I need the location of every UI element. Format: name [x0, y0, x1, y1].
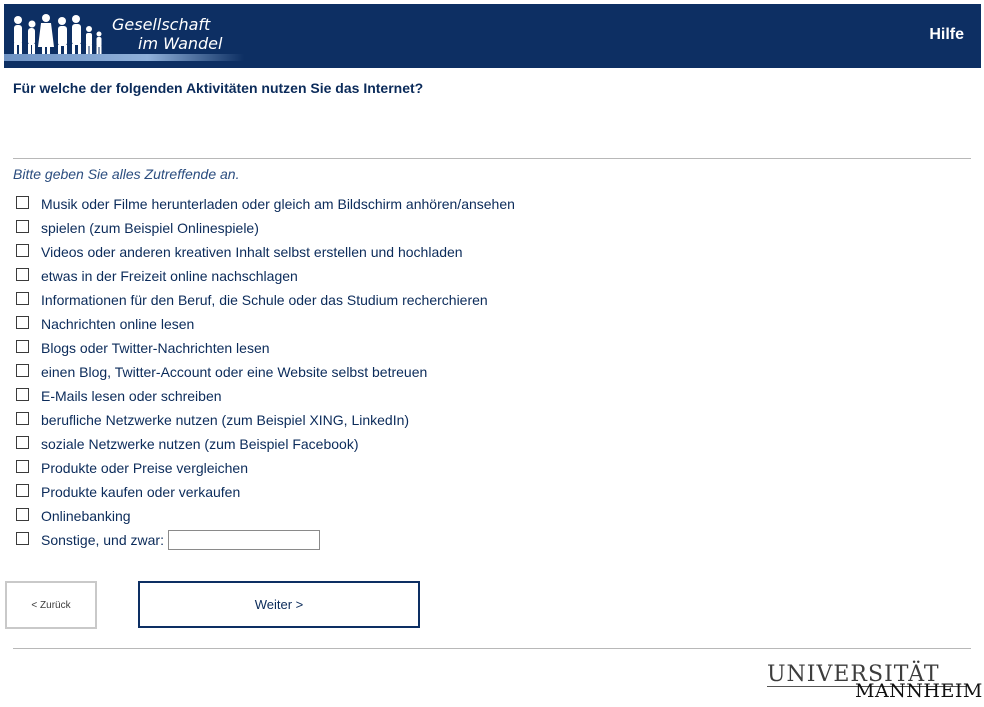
checkbox[interactable]: [16, 340, 29, 353]
option-label: Videos oder anderen kreativen Inhalt sel…: [41, 244, 463, 260]
option-label: einen Blog, Twitter-Account oder eine We…: [41, 364, 428, 380]
checkbox[interactable]: [16, 508, 29, 521]
checkbox[interactable]: [16, 436, 29, 449]
question-divider: [13, 158, 971, 159]
option-label: E-Mails lesen oder schreiben: [41, 388, 222, 404]
option-item[interactable]: Produkte oder Preise vergleichen: [16, 456, 515, 480]
option-label: spielen (zum Beispiel Onlinespiele): [41, 220, 259, 236]
option-item[interactable]: E-Mails lesen oder schreiben: [16, 384, 515, 408]
university-logo-bottom: MANNHEIM: [855, 680, 983, 702]
next-button[interactable]: Weiter >: [138, 581, 420, 628]
option-item[interactable]: Musik oder Filme herunterladen oder glei…: [16, 192, 515, 216]
option-item[interactable]: Nachrichten online lesen: [16, 312, 515, 336]
option-label: Blogs oder Twitter-Nachrichten lesen: [41, 340, 270, 356]
option-item[interactable]: spielen (zum Beispiel Onlinespiele): [16, 216, 515, 240]
other-option-label: Sonstige, und zwar:: [41, 532, 164, 548]
option-label: etwas in der Freizeit online nachschlage…: [41, 268, 298, 284]
footer-divider: [13, 648, 971, 649]
checkbox[interactable]: [16, 220, 29, 233]
option-item[interactable]: Videos oder anderen kreativen Inhalt sel…: [16, 240, 515, 264]
help-link[interactable]: Hilfe: [929, 26, 964, 44]
checkbox[interactable]: [16, 532, 29, 545]
logo-line-2: im Wandel: [138, 34, 223, 53]
university-logo: UNIVERSITÄT MANNHEIM: [767, 662, 982, 702]
checkbox[interactable]: [16, 196, 29, 209]
checkbox[interactable]: [16, 460, 29, 473]
option-item[interactable]: einen Blog, Twitter-Account oder eine We…: [16, 360, 515, 384]
back-button[interactable]: < Zurück: [5, 581, 97, 629]
logo-band: [4, 54, 244, 61]
option-label: Nachrichten online lesen: [41, 316, 195, 332]
checkbox[interactable]: [16, 268, 29, 281]
option-item[interactable]: berufliche Netzwerke nutzen (zum Beispie…: [16, 408, 515, 432]
checkbox[interactable]: [16, 388, 29, 401]
option-label: Produkte oder Preise vergleichen: [41, 460, 249, 476]
checkbox[interactable]: [16, 292, 29, 305]
checkbox[interactable]: [16, 244, 29, 257]
option-item[interactable]: Onlinebanking: [16, 504, 515, 528]
question-instruction: Bitte geben Sie alles Zutreffende an.: [13, 166, 240, 182]
option-label: soziale Netzwerke nutzen (zum Beispiel F…: [41, 436, 359, 452]
option-label: Onlinebanking: [41, 508, 131, 524]
checkbox[interactable]: [16, 316, 29, 329]
logo-line-1: Gesellschaft: [112, 15, 211, 34]
checkbox[interactable]: [16, 412, 29, 425]
checkbox[interactable]: [16, 484, 29, 497]
question-title: Für welche der folgenden Aktivitäten nut…: [13, 80, 424, 96]
option-label: berufliche Netzwerke nutzen (zum Beispie…: [41, 412, 410, 428]
options-list: Musik oder Filme herunterladen oder glei…: [16, 192, 515, 552]
option-item-other[interactable]: Sonstige, und zwar:: [16, 528, 515, 552]
other-text-input[interactable]: [167, 530, 320, 550]
option-item[interactable]: soziale Netzwerke nutzen (zum Beispiel F…: [16, 432, 515, 456]
site-logo-text: Gesellschaft im Wandel: [112, 15, 222, 53]
page-header: Gesellschaft im Wandel Hilfe: [4, 4, 981, 68]
checkbox[interactable]: [16, 364, 29, 377]
option-label: Informationen für den Beruf, die Schule …: [41, 292, 488, 308]
option-label: Musik oder Filme herunterladen oder glei…: [41, 196, 515, 212]
option-item[interactable]: Informationen für den Beruf, die Schule …: [16, 288, 515, 312]
option-item[interactable]: etwas in der Freizeit online nachschlage…: [16, 264, 515, 288]
option-item[interactable]: Produkte kaufen oder verkaufen: [16, 480, 515, 504]
option-label: Produkte kaufen oder verkaufen: [41, 484, 241, 500]
option-item[interactable]: Blogs oder Twitter-Nachrichten lesen: [16, 336, 515, 360]
